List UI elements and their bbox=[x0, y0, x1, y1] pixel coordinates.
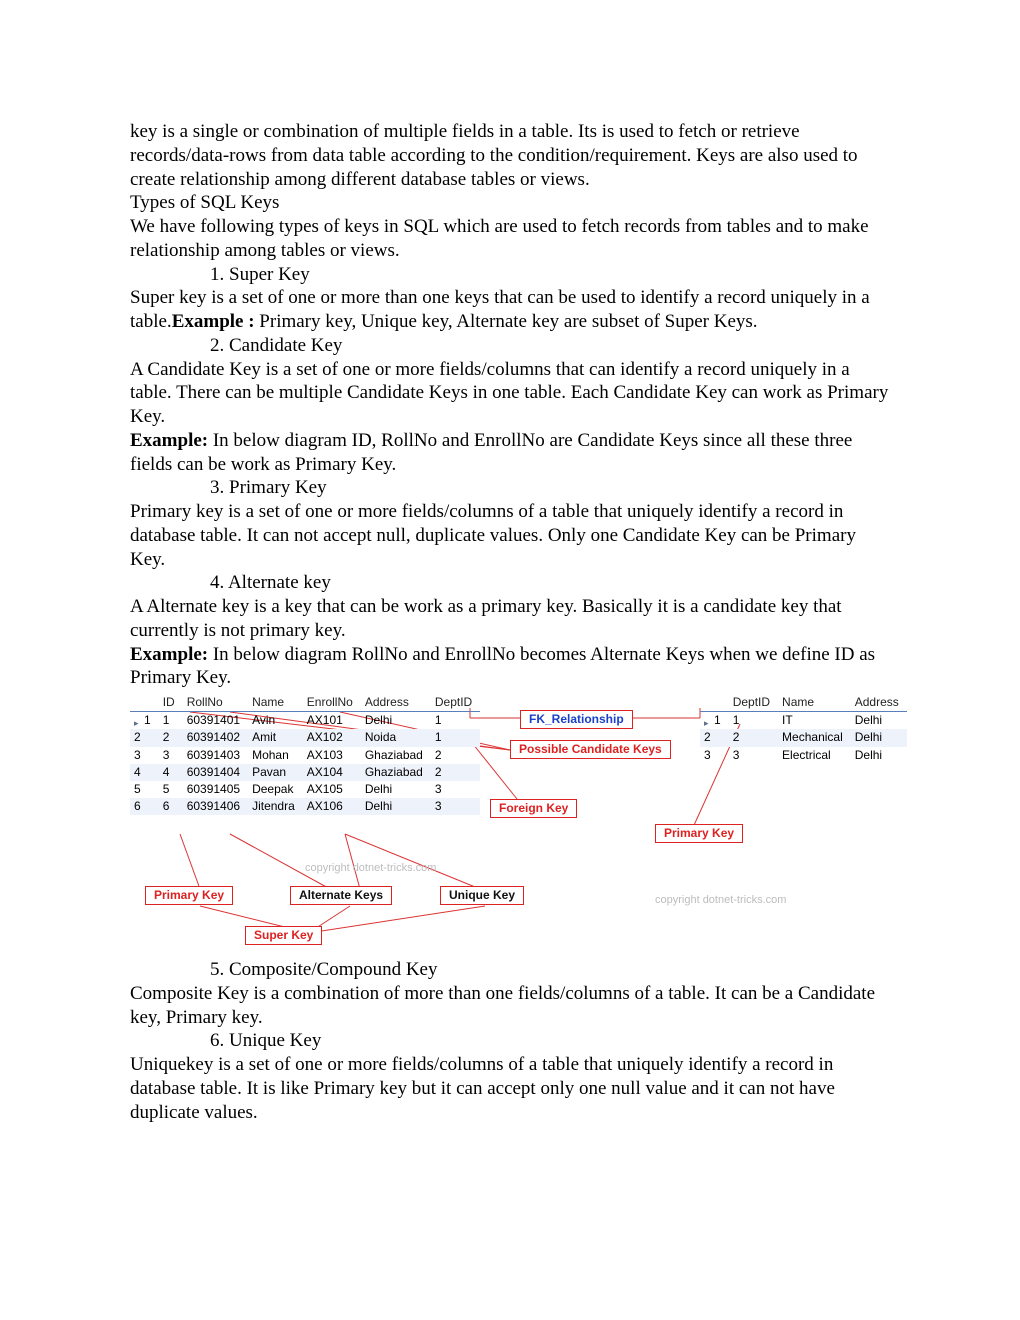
table-row: 1160391401AvinAX101Delhi1 bbox=[130, 712, 480, 730]
watermark-right: copyright dotnet-tricks.com bbox=[655, 894, 786, 906]
table-row: 33ElectricalDelhi bbox=[700, 747, 907, 764]
types-intro: We have following types of keys in SQL w… bbox=[130, 215, 890, 263]
list-item-label: Alternate key bbox=[228, 572, 331, 593]
table-header-row: DeptID Name Address bbox=[700, 694, 907, 712]
superkey-body: Super key is a set of one or more than o… bbox=[130, 286, 890, 334]
composite-body: Composite Key is a combination of more t… bbox=[130, 982, 890, 1030]
primary-key-right-label: Primary Key bbox=[655, 824, 743, 843]
unique-key-label: Unique Key bbox=[440, 886, 524, 905]
text: In below diagram ID, RollNo and EnrollNo… bbox=[130, 430, 852, 475]
keys-diagram: ID RollNo Name EnrollNo Address DeptID 1… bbox=[130, 694, 910, 954]
unique-body: Uniquekey is a set of one or more fields… bbox=[130, 1053, 890, 1124]
fk-relationship-label: FK_Relationship bbox=[520, 710, 633, 729]
text: Primary key, Unique key, Alternate key a… bbox=[255, 311, 758, 332]
candidate-body: A Candidate Key is a set of one or more … bbox=[130, 358, 890, 429]
list-item-composite-key: Composite/Compound Key bbox=[210, 958, 890, 982]
example-label: Example: bbox=[130, 430, 208, 451]
alternate-example: Example: In below diagram RollNo and Enr… bbox=[130, 643, 890, 691]
table-row: 22MechanicalDelhi bbox=[700, 729, 907, 746]
primary-body: Primary key is a set of one or more fiel… bbox=[130, 500, 890, 571]
table-row: 4460391404PavanAX104Ghaziabad2 bbox=[130, 764, 480, 781]
list-item-candidate-key: Candidate Key bbox=[210, 334, 890, 358]
super-key-label: Super Key bbox=[245, 926, 322, 945]
example-label: Example : bbox=[172, 311, 255, 332]
list-item-label: Composite/Compound Key bbox=[229, 959, 437, 980]
intro-paragraph: key is a single or combination of multip… bbox=[130, 120, 890, 191]
table-row: 11ITDelhi bbox=[700, 712, 907, 730]
list-item-primary-key: Primary Key bbox=[210, 476, 890, 500]
list-item-label: Candidate Key bbox=[229, 335, 342, 356]
list-item-unique-key: Unique Key bbox=[210, 1029, 890, 1053]
watermark-left: copyright dotnet-tricks.com bbox=[305, 862, 436, 874]
alternate-keys-label: Alternate Keys bbox=[290, 886, 392, 905]
list-item-label: Unique Key bbox=[229, 1030, 321, 1051]
primary-key-left-label: Primary Key bbox=[145, 886, 233, 905]
foreign-key-label: Foreign Key bbox=[490, 799, 577, 818]
table-row: 5560391405DeepakAX105Delhi3 bbox=[130, 781, 480, 798]
left-table: ID RollNo Name EnrollNo Address DeptID 1… bbox=[130, 694, 480, 815]
list-item-label: Primary Key bbox=[229, 477, 327, 498]
example-label: Example: bbox=[130, 644, 208, 665]
table-row: 2260391402AmitAX102Noida1 bbox=[130, 729, 480, 746]
types-heading: Types of SQL Keys bbox=[130, 191, 890, 215]
table-row: 3360391403MohanAX103Ghaziabad2 bbox=[130, 747, 480, 764]
candidate-example: Example: In below diagram ID, RollNo and… bbox=[130, 429, 890, 477]
table-header-row: ID RollNo Name EnrollNo Address DeptID bbox=[130, 694, 480, 712]
text: In below diagram RollNo and EnrollNo bec… bbox=[130, 644, 875, 689]
right-table: DeptID Name Address 11ITDelhi22Mechanica… bbox=[700, 694, 907, 764]
list-item-alternate-key: Alternate key bbox=[210, 571, 890, 595]
list-item-label: Super Key bbox=[229, 264, 310, 285]
list-item-super-key: Super Key bbox=[210, 263, 890, 287]
possible-candidate-keys-label: Possible Candidate Keys bbox=[510, 740, 671, 759]
alternate-body: A Alternate key is a key that can be wor… bbox=[130, 595, 890, 643]
table-row: 6660391406JitendraAX106Delhi3 bbox=[130, 798, 480, 815]
